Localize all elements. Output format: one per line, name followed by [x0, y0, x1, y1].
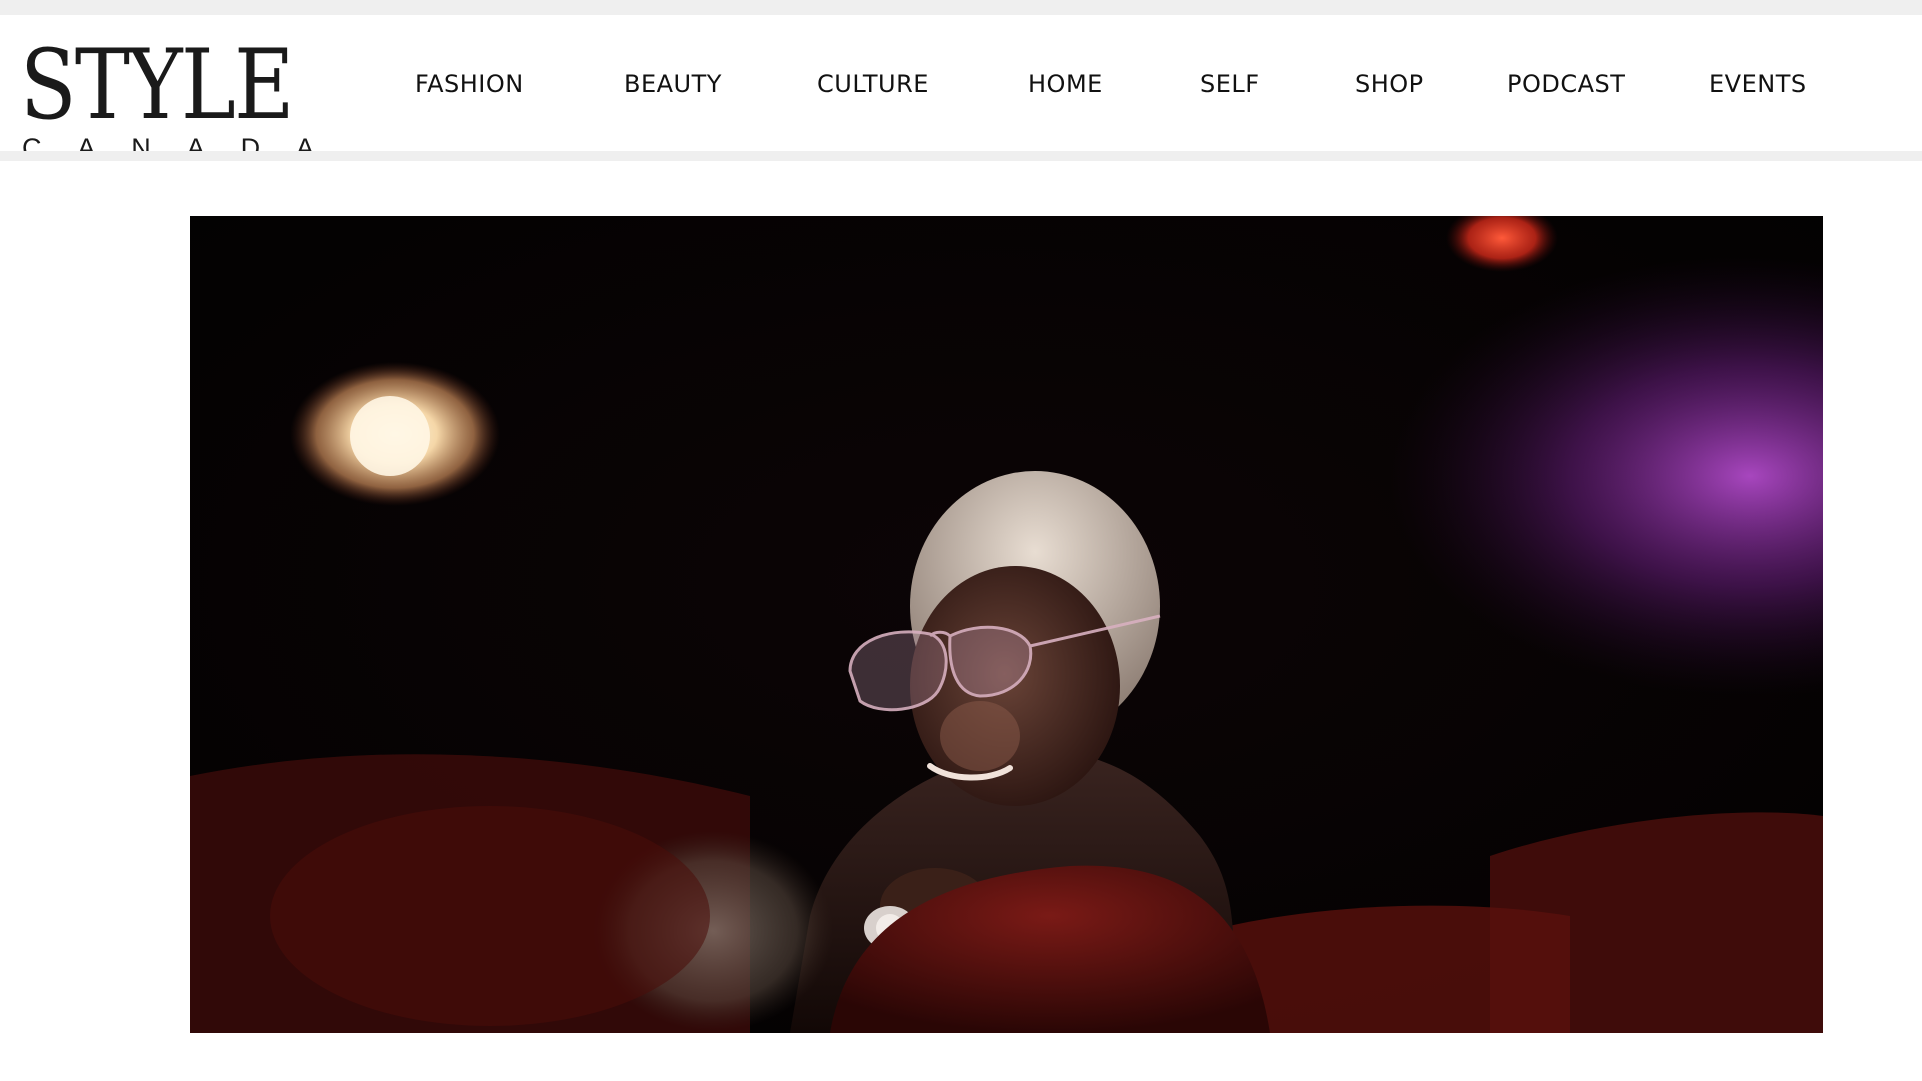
nav-home[interactable]: HOME [1028, 66, 1103, 102]
nav-podcast[interactable]: PODCAST [1507, 66, 1625, 102]
site-logo[interactable]: STYLE C A N A D A [20, 37, 316, 167]
top-strip [0, 0, 1922, 15]
nav-beauty[interactable]: BEAUTY [624, 66, 722, 102]
nav-culture[interactable]: CULTURE [817, 66, 929, 102]
hero-image [190, 216, 1823, 1033]
main-nav: FASHION BEAUTY CULTURE HOME SELF SHOP PO… [0, 66, 1922, 102]
header-divider [0, 151, 1922, 161]
nav-shop[interactable]: SHOP [1355, 66, 1424, 102]
nav-fashion[interactable]: FASHION [415, 66, 524, 102]
hero-photo-illustration [190, 216, 1823, 1033]
nav-self[interactable]: SELF [1200, 66, 1260, 102]
nav-events[interactable]: EVENTS [1709, 66, 1807, 102]
